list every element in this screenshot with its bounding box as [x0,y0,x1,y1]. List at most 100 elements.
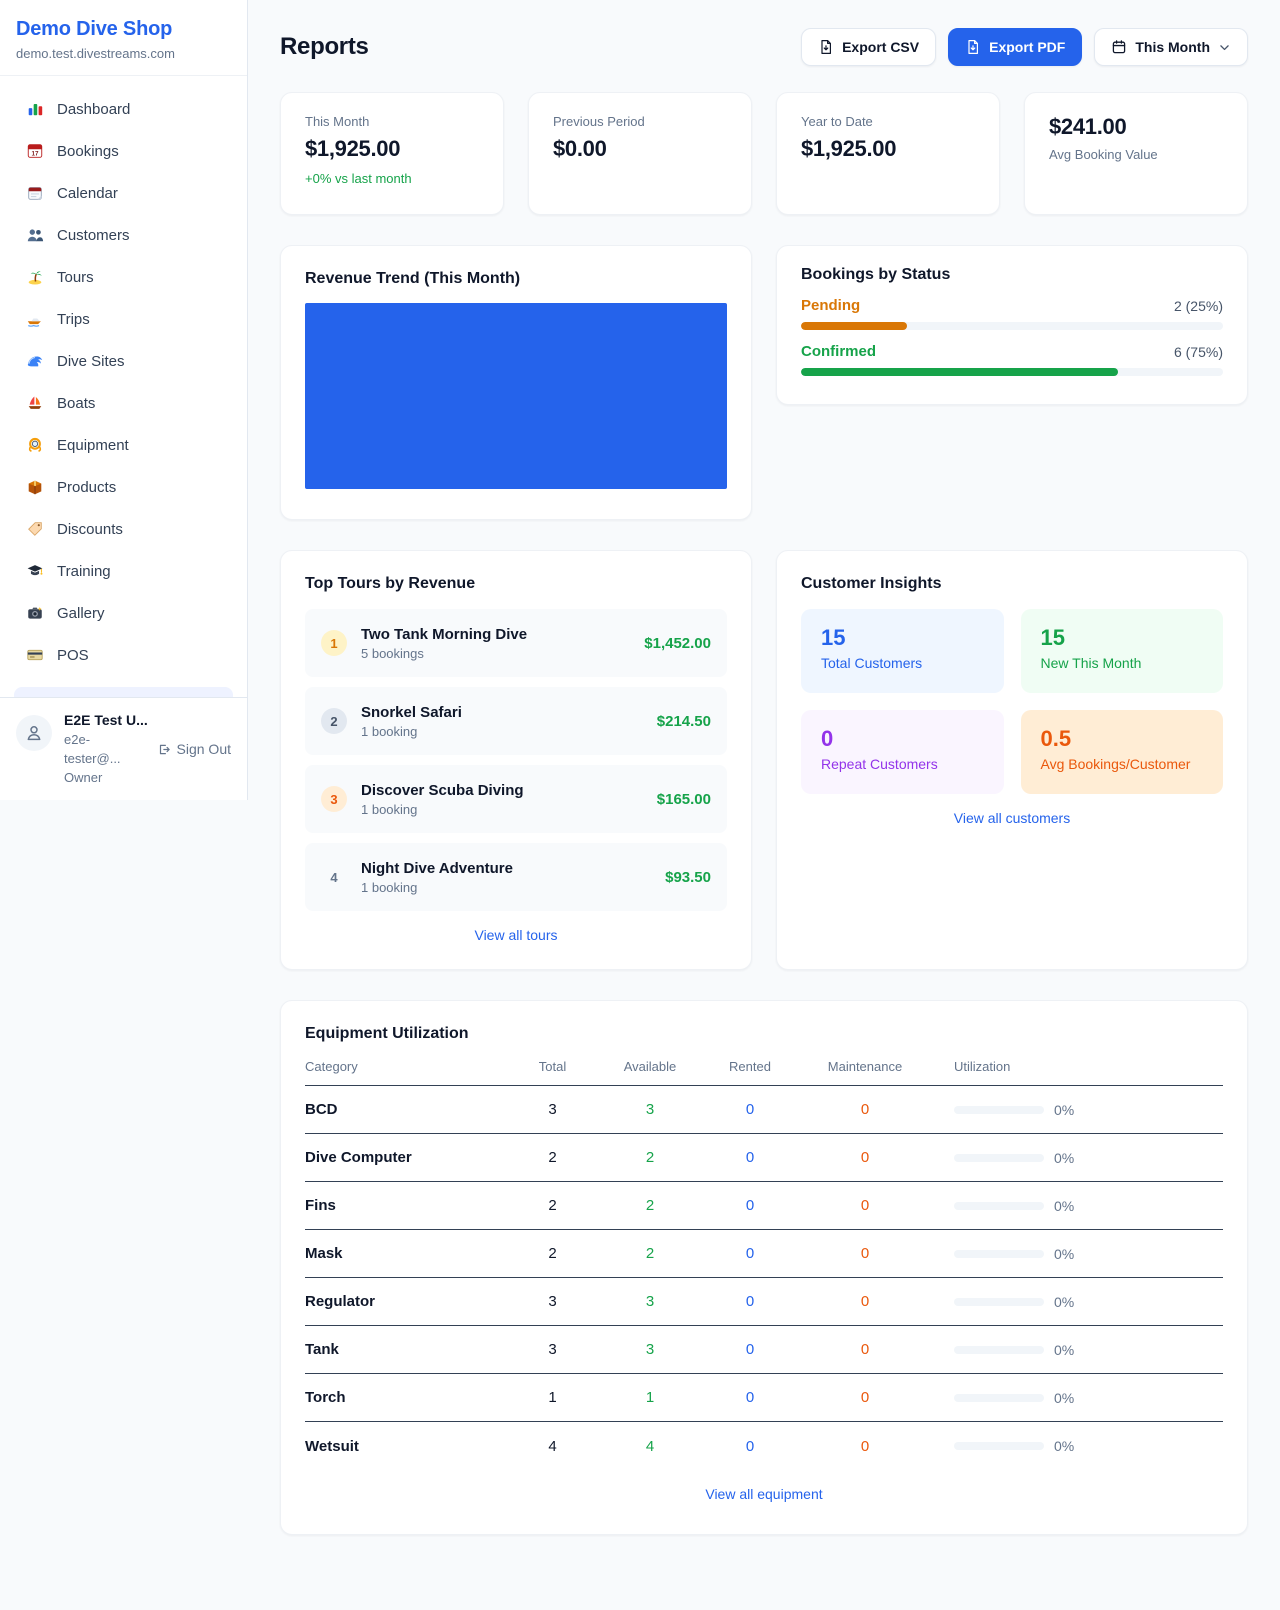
equipment-table-header: Category Total Available Rented Maintena… [305,1043,1223,1086]
card-title: Customer Insights [801,575,1223,593]
main-content: Reports Export CSV Export PDF This Month… [248,0,1280,1610]
equipment-maintenance: 0 [800,1341,930,1358]
equipment-row: Wetsuit 4 4 0 0 0% [305,1422,1223,1470]
utilization-track [954,1442,1044,1450]
equipment-maintenance: 0 [800,1389,930,1406]
sidebar-item-label: Equipment [57,437,129,454]
sidebar-item-customers[interactable]: Customers [12,216,235,254]
file-download-icon [818,39,834,55]
sidebar-item-pos[interactable]: POS [12,636,235,674]
tour-list: 1 Two Tank Morning Dive 5 bookings $1,45… [305,609,727,911]
insight-tile: 0.5 Avg Bookings/Customer [1021,710,1224,794]
equipment-category: Fins [305,1197,505,1214]
products-icon [26,478,44,496]
insight-value: 0.5 [1041,726,1204,752]
sidebar-item-bookings[interactable]: Bookings [12,132,235,170]
view-all-tours-link[interactable]: View all tours [305,927,727,943]
equipment-total: 2 [505,1245,600,1262]
avatar [16,715,52,751]
equipment-row: Fins 2 2 0 0 0% [305,1182,1223,1230]
utilization-percent: 0% [1054,1438,1074,1454]
training-icon [26,562,44,580]
utilization-percent: 0% [1054,1150,1074,1166]
view-all-equipment-link[interactable]: View all equipment [305,1486,1223,1502]
sidebar-item-dashboard[interactable]: Dashboard [12,90,235,128]
equipment-row: Regulator 3 3 0 0 0% [305,1278,1223,1326]
equipment-total: 2 [505,1197,600,1214]
stat-value: $1,925.00 [305,136,479,162]
column-header: Maintenance [800,1059,930,1074]
stat-card-this-month: This Month $1,925.00 +0% vs last month [280,92,504,215]
equipment-row: Dive Computer 2 2 0 0 0% [305,1134,1223,1182]
utilization-track [954,1106,1044,1114]
tour-amount: $214.50 [657,713,711,730]
rank-badge: 4 [321,864,347,890]
utilization-track [954,1250,1044,1258]
sidebar-item-products[interactable]: Products [12,468,235,506]
sidebar-item-discounts[interactable]: Discounts [12,510,235,548]
sidebar-item-label: Calendar [57,185,118,202]
equipment-total: 3 [505,1293,600,1310]
equipment-maintenance: 0 [800,1149,930,1166]
tour-name: Two Tank Morning Dive [361,626,630,643]
insight-tile: 0 Repeat Customers [801,710,1004,794]
sidebar-item-training[interactable]: Training [12,552,235,590]
equipment-available: 2 [600,1245,700,1262]
equipment-category: Regulator [305,1293,505,1310]
export-csv-button[interactable]: Export CSV [801,28,936,66]
equipment-available: 4 [600,1438,700,1455]
shop-domain: demo.test.divestreams.com [16,46,231,61]
equipment-category: Tank [305,1341,505,1358]
utilization-percent: 0% [1054,1102,1074,1118]
tour-name: Night Dive Adventure [361,860,651,877]
sidebar-item-tours[interactable]: Tours [12,258,235,296]
export-pdf-button[interactable]: Export PDF [948,28,1082,66]
boats-icon [26,394,44,412]
sidebar-item-selected-partial[interactable] [14,687,233,697]
trips-icon [26,310,44,328]
column-header: Rented [700,1059,800,1074]
sidebar-item-label: POS [57,647,89,664]
gallery-icon [26,604,44,622]
stat-value: $1,925.00 [801,136,975,162]
stat-label: This Month [305,114,479,129]
equipment-row: Torch 1 1 0 0 0% [305,1374,1223,1422]
utilization-track [954,1202,1044,1210]
tour-bookings: 5 bookings [361,646,630,661]
equipment-available: 2 [600,1197,700,1214]
sidebar-item-calendar[interactable]: Calendar [12,174,235,212]
dive-sites-icon [26,352,44,370]
sidebar-item-label: Gallery [57,605,105,622]
equipment-available: 3 [600,1101,700,1118]
status-label: Confirmed [801,343,876,360]
equipment-total: 3 [505,1101,600,1118]
sidebar-item-boats[interactable]: Boats [12,384,235,422]
rank-badge: 2 [321,708,347,734]
utilization-track [954,1298,1044,1306]
stat-value: $0.00 [553,136,727,162]
sidebar-item-dive-sites[interactable]: Dive Sites [12,342,235,380]
stat-delta: +0% vs last month [305,171,479,186]
calendar-icon [1111,39,1127,55]
period-selector[interactable]: This Month [1094,28,1248,66]
sidebar-nav: Dashboard Bookings Calendar Customers To… [0,76,247,697]
insight-tile: 15 Total Customers [801,609,1004,693]
sign-out-button[interactable]: Sign Out [156,741,231,757]
tour-bookings: 1 booking [361,802,643,817]
utilization-percent: 0% [1054,1246,1074,1262]
sidebar-item-gallery[interactable]: Gallery [12,594,235,632]
stat-card-previous-period: Previous Period $0.00 [528,92,752,215]
view-all-customers-link[interactable]: View all customers [801,810,1223,826]
sidebar-item-equipment[interactable]: Equipment [12,426,235,464]
equipment-available: 1 [600,1389,700,1406]
page-title: Reports [280,33,369,61]
top-tours-card: Top Tours by Revenue 1 Two Tank Morning … [280,550,752,970]
equipment-total: 1 [505,1389,600,1406]
sidebar-item-trips[interactable]: Trips [12,300,235,338]
equipment-total: 3 [505,1341,600,1358]
equipment-utilization-card: Equipment Utilization Category Total Ava… [280,1000,1248,1535]
tour-amount: $93.50 [665,869,711,886]
column-header: Category [305,1059,505,1074]
equipment-row: Tank 3 3 0 0 0% [305,1326,1223,1374]
equipment-rented: 0 [700,1389,800,1406]
